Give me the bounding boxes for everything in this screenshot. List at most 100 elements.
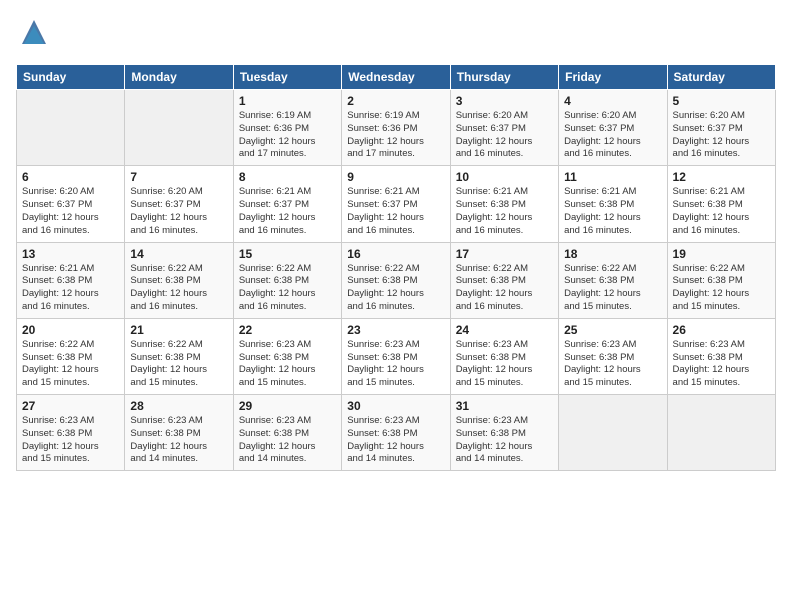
calendar-cell: 17 Sunrise: 6:22 AMSunset: 6:38 PMDayligh… [450, 242, 558, 318]
calendar-cell: 19 Sunrise: 6:22 AMSunset: 6:38 PMDayligh… [667, 242, 775, 318]
day-number: 15 [239, 247, 336, 261]
day-number: 12 [673, 170, 770, 184]
calendar-cell: 9 Sunrise: 6:21 AMSunset: 6:37 PMDaylight… [342, 166, 450, 242]
calendar-cell: 30 Sunrise: 6:23 AMSunset: 6:38 PMDayligh… [342, 395, 450, 471]
calendar-cell: 18 Sunrise: 6:22 AMSunset: 6:38 PMDayligh… [559, 242, 667, 318]
day-number: 19 [673, 247, 770, 261]
weekday-header: Monday [125, 65, 233, 90]
day-info: Sunrise: 6:23 AMSunset: 6:38 PMDaylight:… [347, 339, 444, 390]
day-number: 11 [564, 170, 661, 184]
day-info: Sunrise: 6:23 AMSunset: 6:38 PMDaylight:… [239, 415, 336, 466]
calendar-cell: 20Sunrise: 6:22 AMSunset: 6:38 PMDayligh… [17, 318, 125, 394]
day-info: Sunrise: 6:21 AMSunset: 6:38 PMDaylight:… [564, 186, 661, 237]
day-info: Sunrise: 6:21 AMSunset: 6:38 PMDaylight:… [22, 263, 119, 314]
calendar-cell: 10Sunrise: 6:21 AMSunset: 6:38 PMDayligh… [450, 166, 558, 242]
day-number: 9 [347, 170, 444, 184]
page-header [16, 16, 776, 52]
day-info: Sunrise: 6:22 AMSunset: 6:38 PMDaylight:… [239, 263, 336, 314]
day-number: 24 [456, 323, 553, 337]
day-info: Sunrise: 6:22 AMSunset: 6:38 PMDaylight:… [130, 263, 227, 314]
day-info: Sunrise: 6:21 AMSunset: 6:38 PMDaylight:… [673, 186, 770, 237]
calendar-cell: 27 Sunrise: 6:23 AMSunset: 6:38 PMDayligh… [17, 395, 125, 471]
day-info: Sunrise: 6:23 AMSunset: 6:38 PMDaylight:… [673, 339, 770, 390]
day-info: Sunrise: 6:20 AMSunset: 6:37 PMDaylight:… [456, 110, 553, 161]
day-number: 22 [239, 323, 336, 337]
day-info: Sunrise: 6:21 AMSunset: 6:37 PMDaylight:… [239, 186, 336, 237]
day-info: Sunrise: 6:23 AMSunset: 6:38 PMDaylight:… [564, 339, 661, 390]
day-info: Sunrise: 6:20 AMSunset: 6:37 PMDaylight:… [564, 110, 661, 161]
calendar-cell: 21Sunrise: 6:22 AMSunset: 6:38 PMDayligh… [125, 318, 233, 394]
calendar-cell: 14 Sunrise: 6:22 AMSunset: 6:38 PMDayligh… [125, 242, 233, 318]
day-number: 14 [130, 247, 227, 261]
day-info: Sunrise: 6:23 AMSunset: 6:38 PMDaylight:… [347, 415, 444, 466]
weekday-header: Wednesday [342, 65, 450, 90]
day-info: Sunrise: 6:20 AMSunset: 6:37 PMDaylight:… [130, 186, 227, 237]
calendar-cell [125, 90, 233, 166]
calendar-cell [559, 395, 667, 471]
day-number: 30 [347, 399, 444, 413]
calendar-body: 1 Sunrise: 6:19 AMSunset: 6:36 PMDaylight… [17, 90, 776, 471]
calendar-cell: 6 Sunrise: 6:20 AMSunset: 6:37 PMDaylight… [17, 166, 125, 242]
calendar-cell: 12 Sunrise: 6:21 AMSunset: 6:38 PMDayligh… [667, 166, 775, 242]
calendar-cell: 13Sunrise: 6:21 AMSunset: 6:38 PMDayligh… [17, 242, 125, 318]
day-number: 16 [347, 247, 444, 261]
day-number: 31 [456, 399, 553, 413]
day-info: Sunrise: 6:22 AMSunset: 6:38 PMDaylight:… [347, 263, 444, 314]
day-info: Sunrise: 6:21 AMSunset: 6:38 PMDaylight:… [456, 186, 553, 237]
calendar-cell: 15 Sunrise: 6:22 AMSunset: 6:38 PMDayligh… [233, 242, 341, 318]
day-number: 3 [456, 94, 553, 108]
calendar-cell: 23 Sunrise: 6:23 AMSunset: 6:38 PMDayligh… [342, 318, 450, 394]
day-info: Sunrise: 6:20 AMSunset: 6:37 PMDaylight:… [22, 186, 119, 237]
day-info: Sunrise: 6:23 AMSunset: 6:38 PMDaylight:… [22, 415, 119, 466]
logo [16, 16, 52, 52]
day-number: 1 [239, 94, 336, 108]
calendar-cell [667, 395, 775, 471]
calendar-cell: 28 Sunrise: 6:23 AMSunset: 6:38 PMDayligh… [125, 395, 233, 471]
weekday-header: Friday [559, 65, 667, 90]
weekday-header: Saturday [667, 65, 775, 90]
calendar-table: SundayMondayTuesdayWednesdayThursdayFrid… [16, 64, 776, 471]
day-info: Sunrise: 6:19 AMSunset: 6:36 PMDaylight:… [347, 110, 444, 161]
day-info: Sunrise: 6:19 AMSunset: 6:36 PMDaylight:… [239, 110, 336, 161]
day-info: Sunrise: 6:22 AMSunset: 6:38 PMDaylight:… [564, 263, 661, 314]
day-number: 27 [22, 399, 119, 413]
calendar-cell: 5 Sunrise: 6:20 AMSunset: 6:37 PMDaylight… [667, 90, 775, 166]
calendar-cell: 22 Sunrise: 6:23 AMSunset: 6:38 PMDayligh… [233, 318, 341, 394]
calendar-header: SundayMondayTuesdayWednesdayThursdayFrid… [17, 65, 776, 90]
day-info: Sunrise: 6:21 AMSunset: 6:37 PMDaylight:… [347, 186, 444, 237]
calendar-cell: 11 Sunrise: 6:21 AMSunset: 6:38 PMDayligh… [559, 166, 667, 242]
calendar-cell: 16 Sunrise: 6:22 AMSunset: 6:38 PMDayligh… [342, 242, 450, 318]
day-number: 21 [130, 323, 227, 337]
day-number: 28 [130, 399, 227, 413]
day-info: Sunrise: 6:22 AMSunset: 6:38 PMDaylight:… [456, 263, 553, 314]
calendar-cell: 26 Sunrise: 6:23 AMSunset: 6:38 PMDayligh… [667, 318, 775, 394]
day-number: 25 [564, 323, 661, 337]
weekday-header: Tuesday [233, 65, 341, 90]
day-info: Sunrise: 6:23 AMSunset: 6:38 PMDaylight:… [239, 339, 336, 390]
calendar-cell [17, 90, 125, 166]
calendar-cell: 25 Sunrise: 6:23 AMSunset: 6:38 PMDayligh… [559, 318, 667, 394]
calendar-cell: 29 Sunrise: 6:23 AMSunset: 6:38 PMDayligh… [233, 395, 341, 471]
day-number: 29 [239, 399, 336, 413]
day-info: Sunrise: 6:22 AMSunset: 6:38 PMDaylight:… [673, 263, 770, 314]
day-number: 8 [239, 170, 336, 184]
day-number: 18 [564, 247, 661, 261]
day-info: Sunrise: 6:23 AMSunset: 6:38 PMDaylight:… [130, 415, 227, 466]
day-number: 4 [564, 94, 661, 108]
logo-icon [16, 16, 52, 52]
day-number: 23 [347, 323, 444, 337]
calendar-cell: 1 Sunrise: 6:19 AMSunset: 6:36 PMDaylight… [233, 90, 341, 166]
day-number: 26 [673, 323, 770, 337]
day-info: Sunrise: 6:20 AMSunset: 6:37 PMDaylight:… [673, 110, 770, 161]
day-number: 20 [22, 323, 119, 337]
calendar-cell: 7Sunrise: 6:20 AMSunset: 6:37 PMDaylight… [125, 166, 233, 242]
calendar-cell: 3 Sunrise: 6:20 AMSunset: 6:37 PMDaylight… [450, 90, 558, 166]
day-info: Sunrise: 6:23 AMSunset: 6:38 PMDaylight:… [456, 415, 553, 466]
day-info: Sunrise: 6:23 AMSunset: 6:38 PMDaylight:… [456, 339, 553, 390]
calendar-cell: 8 Sunrise: 6:21 AMSunset: 6:37 PMDaylight… [233, 166, 341, 242]
day-number: 6 [22, 170, 119, 184]
weekday-header: Thursday [450, 65, 558, 90]
calendar-cell: 4 Sunrise: 6:20 AMSunset: 6:37 PMDaylight… [559, 90, 667, 166]
day-number: 17 [456, 247, 553, 261]
day-number: 5 [673, 94, 770, 108]
